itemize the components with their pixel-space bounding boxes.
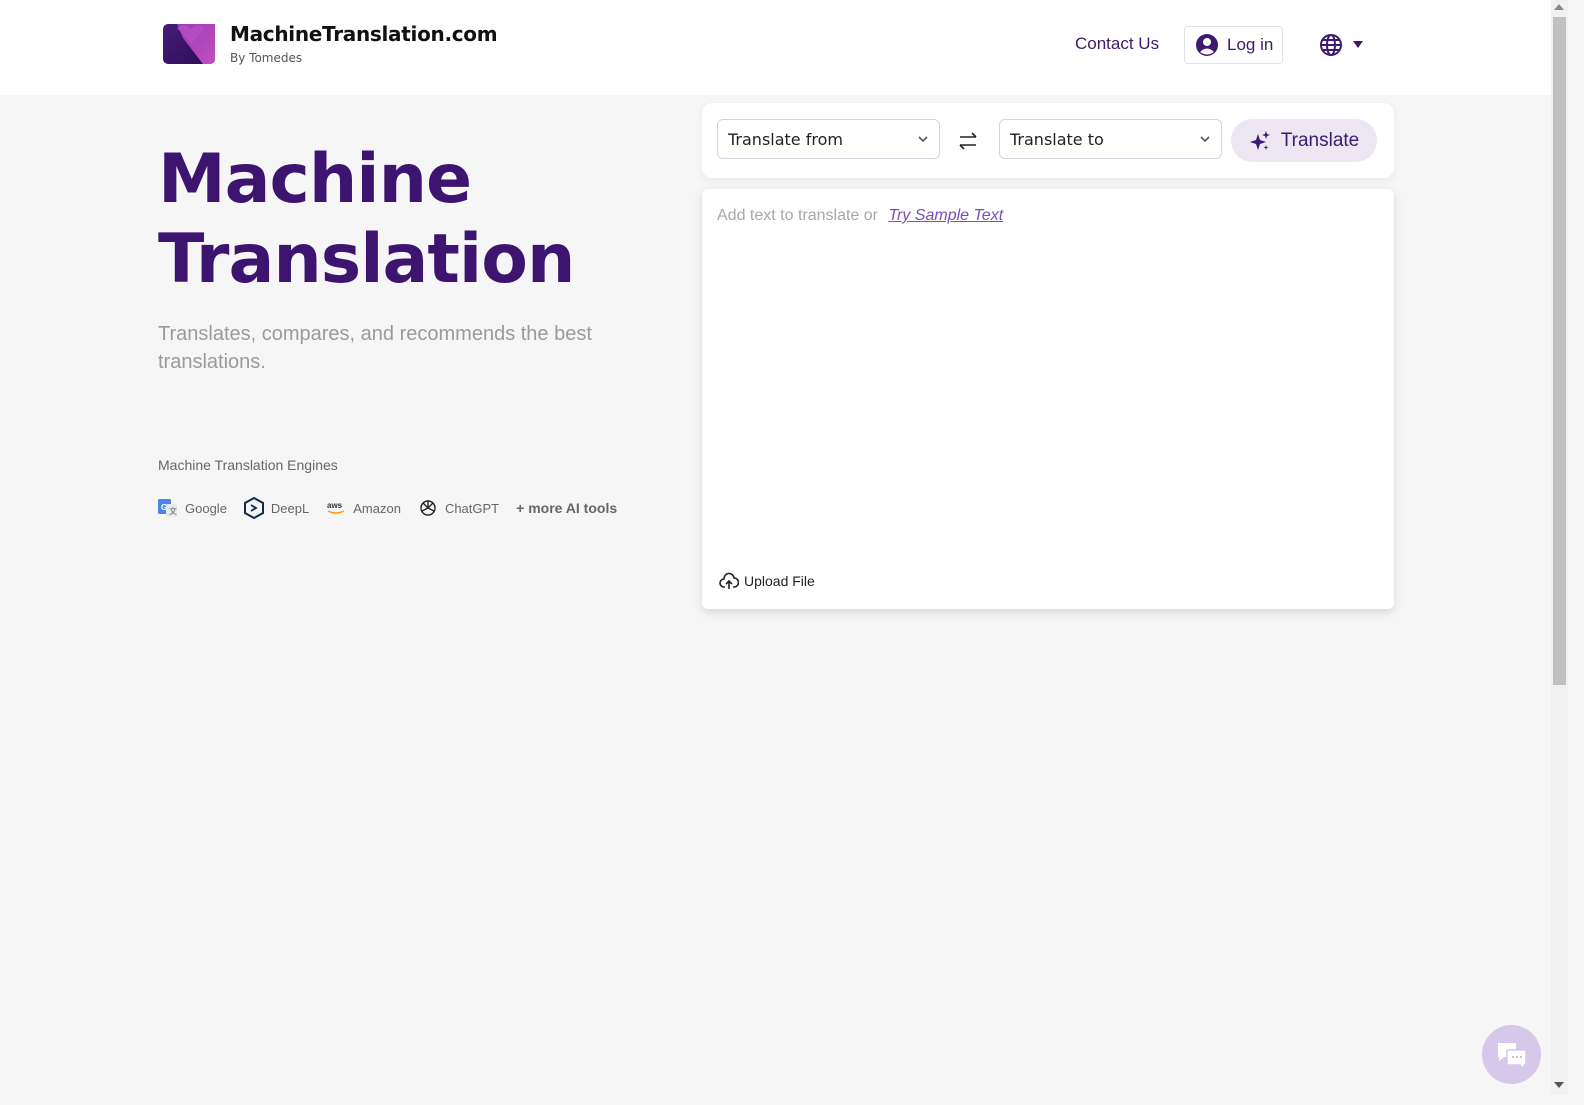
- user-icon: [1196, 34, 1218, 56]
- translate-button[interactable]: Translate: [1231, 119, 1377, 162]
- site-header: MachineTranslation.com By Tomedes Contac…: [0, 0, 1568, 95]
- chat-widget-button[interactable]: [1482, 1025, 1541, 1084]
- chatgpt-icon: [418, 498, 438, 518]
- globe-icon: [1320, 34, 1342, 56]
- more-ai-tools-link[interactable]: + more AI tools: [516, 500, 617, 516]
- engine-google: G文 Google: [158, 498, 227, 518]
- engine-name: DeepL: [270, 500, 310, 516]
- engines-label: Machine Translation Engines: [158, 457, 338, 473]
- chat-icon: [1497, 1042, 1527, 1069]
- source-text-area[interactable]: Add text to translate or Try Sample Text…: [702, 189, 1394, 609]
- hero-title-line1: Machine: [158, 140, 472, 219]
- engine-deepl: DeepL: [243, 497, 310, 519]
- logo-icon[interactable]: [163, 24, 215, 64]
- brand-name[interactable]: MachineTranslation.com: [230, 22, 498, 46]
- engine-name: Google: [185, 500, 227, 516]
- login-label: Log in: [1227, 35, 1274, 54]
- try-sample-text-link[interactable]: Try Sample Text: [888, 207, 1003, 224]
- hero-title: Machine Translation: [158, 140, 575, 300]
- chevron-down-icon: [1200, 136, 1210, 143]
- chevron-down-icon: [918, 136, 928, 143]
- hero-title-line2: Translation: [158, 220, 575, 299]
- translate-from-select[interactable]: Translate from: [717, 119, 940, 159]
- caret-down-icon: [1353, 41, 1363, 48]
- engine-amazon: aws Amazon: [326, 498, 401, 518]
- engines-list: G文 Google DeepL aws Amazon ChatGPT + mor…: [158, 497, 617, 519]
- placeholder-text: Add text to translate or: [717, 207, 878, 224]
- text-input-placeholder: Add text to translate or Try Sample Text: [717, 207, 1003, 225]
- scroll-up-arrow-icon[interactable]: [1554, 4, 1564, 10]
- scrollbar-thumb[interactable]: [1553, 17, 1566, 685]
- engine-name: ChatGPT: [444, 500, 500, 516]
- svg-text:文: 文: [169, 506, 177, 516]
- translate-from-label: Translate from: [728, 129, 843, 149]
- engine-chatgpt: ChatGPT: [418, 498, 499, 518]
- hero-subtitle: Translates, compares, and recommends the…: [158, 323, 592, 373]
- sparkle-icon: [1249, 130, 1270, 150]
- upload-file-button[interactable]: Upload File: [719, 572, 815, 590]
- contact-us-link[interactable]: Contact Us: [1075, 34, 1159, 54]
- engine-name: Amazon: [353, 500, 401, 516]
- language-selector[interactable]: [1319, 33, 1363, 57]
- login-button[interactable]: Log in: [1184, 26, 1283, 64]
- svg-text:aws: aws: [327, 501, 343, 510]
- translate-button-label: Translate: [1280, 129, 1360, 151]
- upload-file-label: Upload File: [744, 573, 815, 589]
- scroll-down-arrow-icon[interactable]: [1554, 1082, 1564, 1088]
- cloud-upload-icon: [719, 572, 739, 589]
- deepl-icon: [243, 497, 264, 519]
- google-translate-icon: G文: [158, 498, 178, 518]
- translate-to-select[interactable]: Translate to: [999, 119, 1222, 159]
- brand-subtitle: By Tomedes: [230, 51, 303, 65]
- translate-to-label: Translate to: [1010, 129, 1104, 149]
- language-bar: Translate from Translate to Translate: [702, 103, 1394, 178]
- swap-languages-icon[interactable]: [956, 129, 980, 153]
- aws-icon: aws: [326, 498, 346, 518]
